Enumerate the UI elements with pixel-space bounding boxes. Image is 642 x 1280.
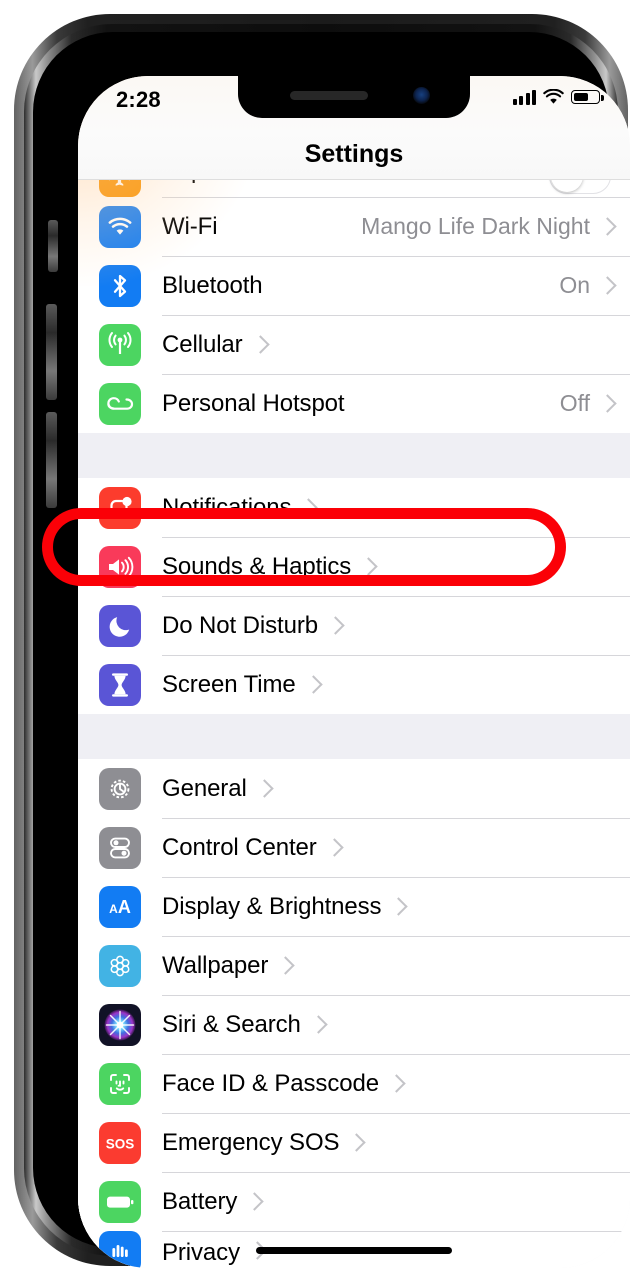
chevron-right-icon (278, 956, 289, 975)
chevron-right-icon (391, 897, 402, 916)
chevron-right-icon (389, 1074, 400, 1093)
chevron-right-icon (257, 779, 268, 798)
sidebar-item-label: Sounds & Haptics (162, 552, 352, 580)
battery-icon (571, 90, 604, 104)
settings-group-alerts: Notifications Sounds & Haptics Do Not Di… (78, 478, 630, 714)
sidebar-item-general[interactable]: General (78, 759, 630, 818)
sidebar-item-wallpaper[interactable]: Wallpaper (78, 936, 630, 995)
sos-icon: SOS (99, 1121, 141, 1164)
sidebar-item-label: Do Not Disturb (162, 611, 318, 639)
cellular-antenna-icon (99, 323, 141, 366)
chevron-right-icon (247, 1192, 258, 1211)
chevron-right-icon (253, 335, 264, 354)
sidebar-item-label: Bluetooth (162, 271, 263, 299)
wallpaper-icon (99, 944, 141, 987)
airplane-icon (99, 180, 141, 197)
svg-text:SOS: SOS (106, 1136, 135, 1151)
front-camera-icon (413, 87, 430, 104)
group-separator (78, 433, 630, 478)
sidebar-item-label: Airplane Mode (162, 180, 316, 185)
volume-down-button[interactable] (46, 412, 57, 508)
screenshot-stage: Settings 2:28 Wi-Fi Mango Life Dark Nigh… (0, 0, 642, 1280)
control-center-icon (99, 826, 141, 869)
notifications-icon (99, 486, 141, 529)
sidebar-item-value: Off (559, 390, 590, 416)
sidebar-item-personal-hotspot[interactable]: Personal Hotspot Off (78, 374, 630, 433)
chevron-right-icon (349, 1133, 360, 1152)
chevron-right-icon (306, 675, 317, 694)
screen-time-icon (99, 663, 141, 706)
settings-group-system: General Control Center AA Display & Brig… (78, 759, 630, 1268)
sidebar-item-notifications[interactable]: Notifications (78, 478, 630, 537)
do-not-disturb-icon (99, 604, 141, 647)
status-bar-indicators (512, 89, 604, 105)
sidebar-item-battery[interactable]: Battery (78, 1172, 630, 1231)
face-id-icon (99, 1062, 141, 1105)
siri-icon (99, 1003, 141, 1046)
sidebar-item-label: Notifications (162, 493, 292, 521)
svg-text:AA: AA (109, 897, 131, 917)
sidebar-item-label: Control Center (162, 833, 317, 861)
sounds-haptics-icon (99, 545, 141, 588)
sidebar-item-label: Privacy (162, 1239, 240, 1266)
chevron-right-icon (600, 276, 611, 295)
display-brightness-icon: AA (99, 885, 141, 928)
sidebar-item-label: Battery (162, 1187, 238, 1215)
chevron-right-icon (361, 557, 372, 576)
cellular-signal-icon (512, 89, 536, 105)
bluetooth-icon (99, 264, 141, 307)
wifi-icon (543, 89, 564, 105)
page-title: Settings (304, 140, 404, 168)
sidebar-item-siri-search[interactable]: Siri & Search (78, 995, 630, 1054)
sidebar-item-label: General (162, 774, 247, 802)
sidebar-item-label: Emergency SOS (162, 1128, 340, 1156)
sidebar-item-label: Screen Time (162, 670, 296, 698)
sidebar-item-sounds-haptics[interactable]: Sounds & Haptics (78, 537, 630, 596)
phone-screen: Settings 2:28 Wi-Fi Mango Life Dark Nigh… (78, 76, 630, 1268)
sidebar-item-display-brightness[interactable]: AA Display & Brightness (78, 877, 630, 936)
notch (238, 76, 470, 118)
settings-list[interactable]: Airplane Mode Wi-Fi Mango Life Dark Nigh… (78, 180, 630, 1268)
sidebar-item-value: Mango Life Dark Night (361, 213, 590, 239)
chevron-right-icon (328, 616, 339, 635)
hotspot-icon (99, 382, 141, 425)
home-indicator[interactable] (256, 1247, 452, 1254)
sidebar-item-label: Cellular (162, 330, 243, 358)
sidebar-item-wifi[interactable]: Wi-Fi Mango Life Dark Night (78, 197, 630, 256)
sidebar-item-label: Personal Hotspot (162, 389, 345, 417)
sidebar-item-value: On (559, 272, 590, 298)
chevron-right-icon (600, 394, 611, 413)
sidebar-item-label: Wallpaper (162, 951, 269, 979)
sidebar-item-face-id-passcode[interactable]: Face ID & Passcode (78, 1054, 630, 1113)
status-bar-time: 2:28 (116, 87, 161, 112)
phone-frame-inner: Settings 2:28 Wi-Fi Mango Life Dark Nigh… (33, 32, 630, 1268)
airplane-mode-toggle[interactable] (549, 180, 611, 194)
chevron-right-icon (600, 217, 611, 236)
chevron-right-icon (327, 838, 338, 857)
settings-group-connectivity: Airplane Mode Wi-Fi Mango Life Dark Nigh… (78, 180, 630, 433)
battery-icon (99, 1180, 141, 1223)
sidebar-item-bluetooth[interactable]: Bluetooth On (78, 256, 630, 315)
sidebar-item-label: Siri & Search (162, 1010, 301, 1038)
sidebar-item-do-not-disturb[interactable]: Do Not Disturb (78, 596, 630, 655)
chevron-right-icon (301, 498, 312, 517)
volume-up-button[interactable] (46, 304, 57, 400)
sidebar-item-emergency-sos[interactable]: SOS Emergency SOS (78, 1113, 630, 1172)
earpiece-speaker (290, 91, 368, 100)
chevron-right-icon (311, 1015, 322, 1034)
sidebar-item-screen-time[interactable]: Screen Time (78, 655, 630, 714)
group-separator (78, 714, 630, 759)
sidebar-item-label: Face ID & Passcode (162, 1069, 379, 1097)
sidebar-item-label: Wi-Fi (162, 212, 218, 240)
mute-switch-button[interactable] (48, 220, 58, 272)
sidebar-item-label: Display & Brightness (162, 892, 382, 920)
privacy-hand-icon (99, 1231, 141, 1268)
sidebar-item-airplane-mode[interactable]: Airplane Mode (78, 180, 630, 197)
gear-icon (99, 767, 141, 810)
sidebar-item-control-center[interactable]: Control Center (78, 818, 630, 877)
sidebar-item-cellular[interactable]: Cellular (78, 315, 630, 374)
wifi-icon (99, 205, 141, 248)
